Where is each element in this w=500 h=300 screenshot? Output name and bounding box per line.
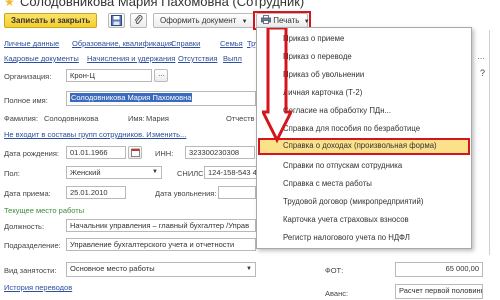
dropdown-arrow-icon: ▼ xyxy=(241,19,248,25)
snils-field[interactable]: 124-158-543 41 xyxy=(204,166,258,179)
nav-link-payments[interactable]: Выпл xyxy=(223,54,242,63)
inn-label: ИНН: xyxy=(155,149,174,158)
nav-link-family[interactable]: Семья xyxy=(220,39,243,48)
dropdown-arrow-icon: ▼ xyxy=(152,169,158,175)
print-label: Печать xyxy=(273,16,300,25)
nav-link-hr-documents[interactable]: Кадровые документы xyxy=(4,54,79,63)
fullname-value: Солодовникова Мария Пахомовна xyxy=(70,93,193,102)
department-label: Подразделение: xyxy=(4,241,61,250)
calendar-icon xyxy=(131,148,140,157)
sex-label: Пол: xyxy=(4,169,20,178)
birth-date-field[interactable]: 01.01.1966 xyxy=(66,146,126,159)
position-value: Начальник управления – главный бухгалтер… xyxy=(70,221,250,230)
dropdown-arrow-icon: ▼ xyxy=(246,266,252,272)
fire-date-field[interactable] xyxy=(218,186,256,199)
birth-date-label: Дата рождения: xyxy=(4,149,59,158)
org-select-button[interactable]: … xyxy=(154,69,168,82)
menu-item-vacation-certificates[interactable]: Справки по отпускам сотрудника xyxy=(257,157,471,174)
create-document-dropdown[interactable]: Оформить документ ▼ xyxy=(153,13,255,28)
nav-link-personal[interactable]: Личные данные xyxy=(4,39,59,48)
inn-value: 323300230308 xyxy=(189,148,240,157)
fire-date-label: Дата увольнения: xyxy=(155,189,217,198)
position-label: Должность: xyxy=(4,222,45,231)
menu-item-labor-contract[interactable]: Трудовой договор (микропредприятий) xyxy=(257,193,471,210)
name-label: Имя: xyxy=(128,114,145,123)
create-document-label: Оформить документ xyxy=(160,16,237,25)
menu-item-employment-certificate[interactable]: Справка с места работы xyxy=(257,175,471,192)
employment-type-label: Вид занятости: xyxy=(4,266,57,275)
fot-field[interactable]: 65 000,00 xyxy=(395,262,483,277)
hire-date-value: 25.01.2010 xyxy=(70,188,108,197)
sex-value: Женский xyxy=(70,168,101,177)
menu-item-ndfl-register[interactable]: Регистр налогового учета по НДФЛ xyxy=(257,229,471,246)
window-title: Солодовникова Мария Пахомовна (Сотрудник… xyxy=(20,0,305,9)
paperclip-icon xyxy=(134,15,143,25)
fot-value: 65 000,00 xyxy=(445,264,479,273)
snils-value: 124-158-543 41 xyxy=(208,168,258,177)
sex-select[interactable]: Женский ▼ xyxy=(66,166,162,179)
department-value: Управление бухгалтерского учета и отчетн… xyxy=(70,240,235,249)
dropdown-arrow-icon: ▼ xyxy=(303,19,310,25)
surname-label: Фамилия: xyxy=(4,114,38,123)
birth-date-value: 01.01.1966 xyxy=(70,148,108,157)
attachment-button[interactable] xyxy=(130,13,147,28)
favorite-star-icon[interactable]: ★ xyxy=(4,0,15,9)
help-icon[interactable]: ? xyxy=(480,68,485,78)
print-dropdown-button[interactable]: Печать ▼ xyxy=(256,13,310,28)
groups-link[interactable]: Не входит в составы групп сотрудников. И… xyxy=(4,130,186,139)
employment-type-value: Основное место работы xyxy=(70,264,155,273)
surname-value: Солодовникова xyxy=(44,114,99,123)
org-field[interactable]: Крон-Ц xyxy=(66,69,152,82)
employment-type-select[interactable]: Основное место работы ▼ xyxy=(66,262,256,277)
annotation-arrow-icon xyxy=(262,28,292,144)
fullname-field[interactable]: Солодовникова Мария Пахомовна xyxy=(66,91,256,106)
org-label: Организация: xyxy=(4,72,52,81)
nav-link-absences[interactable]: Отсутствия xyxy=(178,54,217,63)
hire-date-field[interactable]: 25.01.2010 xyxy=(66,186,126,199)
advance-label: Аванс: xyxy=(325,289,349,298)
org-value: Крон-Ц xyxy=(70,71,95,80)
current-job-heading: Текущее место работы xyxy=(4,206,85,215)
nav-link-accruals[interactable]: Начисления и удержания xyxy=(87,54,175,63)
scrollbar-divider xyxy=(489,30,490,255)
advance-value: Расчет первой половины xyxy=(399,286,483,295)
floppy-disk-icon xyxy=(111,15,122,26)
calendar-button[interactable] xyxy=(128,146,142,159)
department-field[interactable]: Управление бухгалтерского учета и отчетн… xyxy=(66,238,256,251)
nav-link-certificates[interactable]: Справки xyxy=(171,39,200,48)
hire-date-label: Дата приема: xyxy=(4,189,51,198)
position-field[interactable]: Начальник управления – главный бухгалтер… xyxy=(66,219,256,232)
ellipsis-icon[interactable]: … xyxy=(477,52,485,61)
save-and-close-button[interactable]: Записать и закрыть xyxy=(4,13,98,28)
snils-label: СНИЛС: xyxy=(177,169,206,178)
name-value: Мария xyxy=(146,114,169,123)
nav-link-education[interactable]: Образование, квалификация xyxy=(72,39,173,48)
fullname-label: Полное имя: xyxy=(4,96,48,105)
advance-field[interactable]: Расчет первой половины xyxy=(395,284,483,299)
menu-item-insurance-card[interactable]: Карточка учета страховых взносов xyxy=(257,211,471,228)
transfer-history-link[interactable]: История переводов xyxy=(4,283,72,292)
fot-label: ФОТ: xyxy=(325,266,344,275)
printer-icon xyxy=(261,15,271,24)
inn-field[interactable]: 323300230308 xyxy=(185,146,255,159)
patronymic-label: Отчеств xyxy=(226,114,255,123)
save-button[interactable] xyxy=(108,13,125,28)
